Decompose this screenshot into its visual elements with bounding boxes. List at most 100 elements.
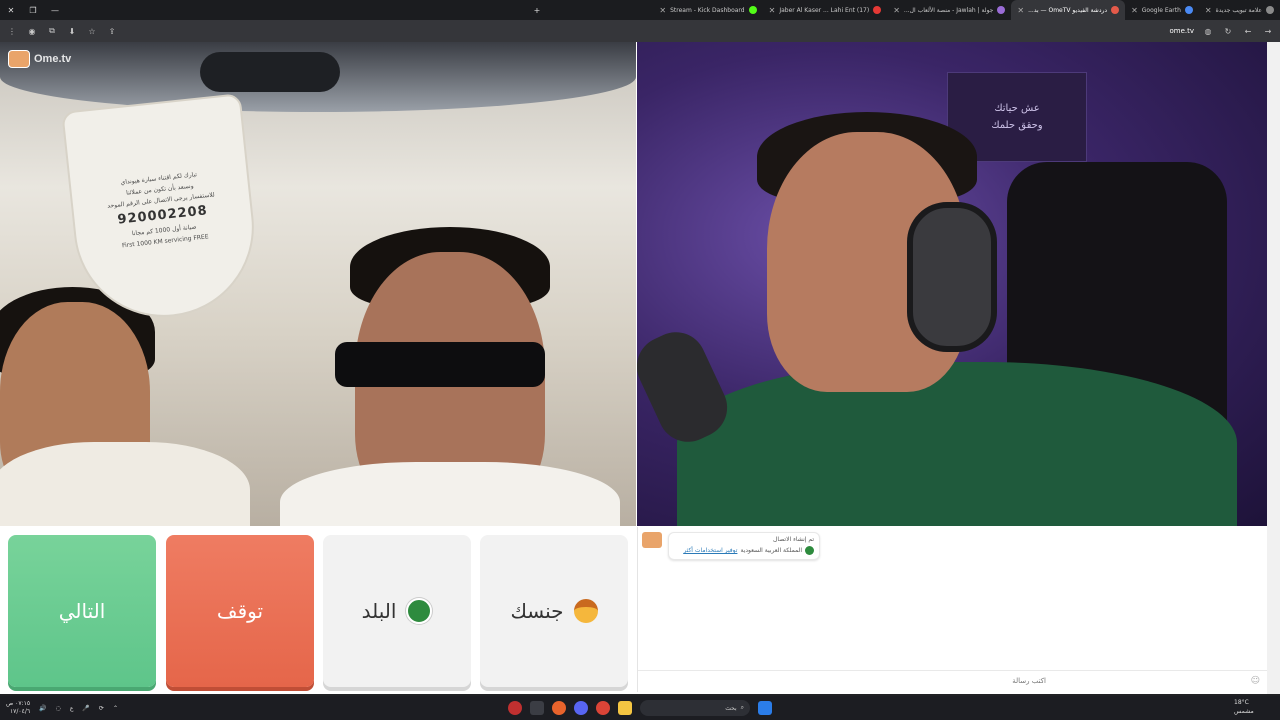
tab-title: دردشة الفيديو OmeTV — بد... [1028,6,1108,14]
discord-icon[interactable] [574,701,588,715]
sunglasses [335,342,545,387]
gender-button-label: جنسك [510,599,564,623]
download-icon[interactable]: ⬇ [66,25,78,37]
reload-icon[interactable]: ↻ [1222,25,1234,37]
tab-title: Stream - Kick Dashboard [670,6,745,14]
clock-time: ٠٧:١٥ ص [6,700,31,707]
weather-temp: 18°C [1234,699,1249,706]
tab-title: علامة تبويب جديدة [1215,6,1262,14]
tab-favicon-icon [1184,6,1193,14]
close-tab-icon[interactable]: ✕ [1017,6,1024,15]
forward-icon[interactable]: → [1262,25,1274,37]
next-button[interactable]: التالي [8,535,156,687]
browser-tab[interactable]: علامة تبويب جديدة ✕ [1199,0,1280,20]
star-icon[interactable]: ☆ [86,25,98,37]
boy-face-icon [573,599,598,623]
neon-sign-line-1: عش حياتك [994,103,1040,114]
stranger-video: تبارك لكم اقتناء سيارة هيونداي ونسعد بأن… [0,42,636,526]
mic-icon[interactable]: 🎤 [82,705,89,712]
firefox-icon[interactable] [552,701,566,715]
chat-panel: تم إنشاء الاتصال المملكة العربية السعودي… [637,527,1268,692]
address-bar[interactable]: ome.tv [1169,27,1194,35]
browser-tab-bar: ✕ ❐ — + علامة تبويب جديدة ✕ Google Earth ✕ د… [0,0,1280,20]
windows-taskbar: ٠٧:١٥ ص ١٧/٠٤/٦ 🔊 ◌ ع 🎤 ⟳ ⌃ بحث ⌕ 18°C م… [0,696,1280,720]
stranger-country-row: المملكة العربية السعودية توفير استخدامات… [674,546,814,555]
country-button-label: البلد [361,599,397,623]
close-tab-icon[interactable]: ✕ [1205,6,1212,15]
system-tray: ٠٧:١٥ ص ١٧/٠٤/٦ 🔊 ◌ ع 🎤 ⟳ ⌃ [6,700,118,716]
close-tab-icon[interactable]: ✕ [769,6,776,15]
tab-list: علامة تبويب جديدة ✕ Google Earth ✕ دردشة الف… [548,0,1280,20]
search-placeholder: بحث [725,704,737,712]
browser-tab[interactable]: Stream - Kick Dashboard ✕ [653,0,762,20]
connection-status: تم إنشاء الاتصال [773,536,814,543]
tab-title: جولة | Jawlah - منصة الألعاب ال... [903,6,994,14]
self-video: عش حياتك وحقق حلمك [637,42,1273,526]
stranger-country: المملكة العربية السعودية [740,547,802,554]
tab-favicon-icon [748,6,757,14]
tab-favicon-icon [1111,6,1120,14]
more-features-link[interactable]: توفير استخدامات أكثر [683,547,737,554]
extension-icon[interactable]: ⧉ [46,25,58,37]
menu-dots-icon[interactable]: ⋮ [6,25,18,37]
close-window-icon[interactable]: ✕ [0,6,22,15]
close-tab-icon[interactable]: ✕ [1131,6,1138,15]
tab-favicon-icon [997,6,1006,14]
ometv-avatar-icon [642,532,662,548]
country-button[interactable]: البلد [323,535,471,687]
weather-status: مشمس [1234,708,1254,715]
tab-title: (17) Jaber Al Kaser ... Lahi Ent [779,6,870,14]
search-icon: ⌕ [740,704,744,711]
emoji-icon[interactable]: ☺ [1251,676,1260,686]
stop-button[interactable]: توقف [166,535,314,687]
saudi-flag-icon [406,598,433,624]
next-button-label: التالي [58,599,106,623]
stop-button-label: توقف [216,599,264,623]
close-tab-icon[interactable]: ✕ [893,6,900,15]
minimize-window-icon[interactable]: — [44,6,66,15]
neon-sign-line-2: وحقق حلمك [991,120,1043,131]
page-scrollbar[interactable] [1267,42,1280,694]
browser-tab[interactable]: جولة | Jawlah - منصة الألعاب ال... ✕ [887,0,1011,20]
share-icon[interactable]: ⇪ [106,25,118,37]
restore-window-icon[interactable]: ❐ [22,6,44,15]
gender-button[interactable]: جنسك [480,535,628,687]
ometv-logo: Ome.tv [8,50,71,68]
browser-tab[interactable]: (17) Jaber Al Kaser ... Lahi Ent ✕ [763,0,888,20]
file-explorer-icon[interactable] [618,701,632,715]
app-record-icon[interactable] [508,701,522,715]
tab-favicon-icon [873,6,882,14]
app-keyboard-icon[interactable] [530,701,544,715]
ometv-logo-icon [8,50,30,68]
clock[interactable]: ٠٧:١٥ ص ١٧/٠٤/٦ [6,700,30,716]
chrome-icon[interactable] [596,701,610,715]
volume-icon[interactable]: 🔊 [39,705,46,712]
tab-title: Google Earth [1141,6,1181,14]
person-left-thobe [0,442,250,526]
chevron-up-icon[interactable]: ⌃ [113,705,118,712]
profile-icon[interactable]: ◉ [26,25,38,37]
browser-tab[interactable]: Google Earth ✕ [1125,0,1199,20]
language-indicator[interactable]: ع [70,705,74,712]
sync-icon[interactable]: ⟳ [99,705,104,712]
site-info-icon[interactable]: ◍ [1202,25,1214,37]
browser-tab[interactable]: دردشة الفيديو OmeTV — بد... ✕ [1011,0,1126,20]
system-message: تم إنشاء الاتصال المملكة العربية السعودي… [668,532,820,560]
close-tab-icon[interactable]: ✕ [659,6,666,15]
back-icon[interactable]: ← [1242,25,1254,37]
ometv-page: تبارك لكم اقتناء سيارة هيونداي ونسعد بأن… [0,42,1280,694]
tab-favicon-icon [1266,6,1274,14]
clock-date: ١٧/٠٤/٦ [9,708,31,715]
windows-start-icon[interactable] [758,701,772,715]
weather-widget[interactable]: 18°C مشمس [1234,698,1254,716]
streamer-sweater [677,362,1237,526]
taskbar-search[interactable]: بحث ⌕ [640,700,750,716]
taskbar-apps: بحث ⌕ [508,696,772,720]
new-tab-button[interactable]: + [526,6,548,15]
saudi-flag-icon [805,546,814,555]
chat-input-bar: ☺ [638,670,1268,690]
person-right-thobe [280,462,620,526]
browser-toolbar: ⋮ ◉ ⧉ ⬇ ☆ ⇪ ome.tv ◍ ↻ ← → [0,20,1280,42]
chat-message-input[interactable] [646,676,1046,685]
wifi-icon[interactable]: ◌ [56,705,61,712]
